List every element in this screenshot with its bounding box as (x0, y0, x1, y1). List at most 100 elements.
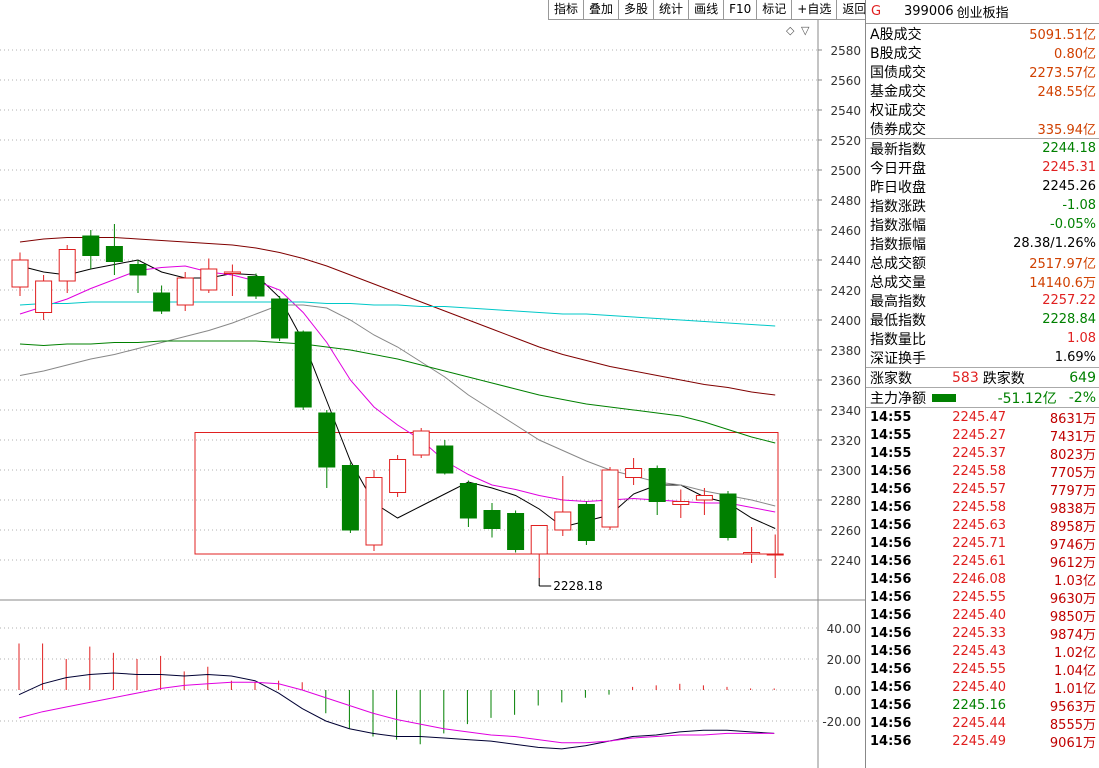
stat-row-label: 总成交额 (870, 255, 926, 272)
tick-price: 2245.40 (952, 679, 1006, 695)
volume-row-value: 248.55亿 (1037, 85, 1097, 100)
candle-body (341, 465, 359, 531)
stat-row: 最新指数 2244.18 (866, 139, 1099, 158)
candle-body (695, 495, 713, 501)
tick-row: 14:56 2245.49 9061万 (866, 732, 1099, 751)
volume-row-label: 基金成交 (870, 83, 926, 100)
stat-row: 深证换手 1.69% (866, 348, 1099, 367)
tick-row: 14:56 2245.71 9746万 (866, 534, 1099, 553)
diamond-icon: ◇ (786, 24, 795, 37)
tick-row: 14:55 2245.47 8631万 (866, 408, 1099, 427)
candle-body (176, 277, 194, 306)
candle-body (530, 525, 548, 555)
volume-row: 权证成交 (866, 100, 1099, 119)
tick-volume: 8023万 (1049, 447, 1096, 463)
candle-body (459, 483, 477, 519)
stat-row-value: 2245.26 (1042, 179, 1096, 194)
tick-row: 14:56 2245.40 1.01亿 (866, 678, 1099, 697)
tick-row: 14:56 2245.57 7797万 (866, 480, 1099, 499)
stat-row-value: -0.05% (1050, 217, 1096, 232)
stat-row-value: 2228.84 (1042, 312, 1096, 327)
volume-row-label: A股成交 (870, 26, 922, 43)
stat-row-label: 指数振幅 (870, 236, 926, 253)
y-tick-label: 2280 (830, 494, 861, 508)
tick-volume: 8555万 (1049, 717, 1096, 733)
candle-body (648, 468, 666, 502)
tick-row: 14:56 2245.40 9850万 (866, 606, 1099, 625)
stat-row-value: 2244.18 (1042, 141, 1096, 156)
candle-body (766, 553, 784, 556)
tick-list[interactable]: 14:55 2245.47 8631万 14:55 2245.27 7431万 14:55 2… (866, 408, 1099, 751)
stats-section: 最新指数 2244.18 今日开盘 2245.31 昨日收盘 2245.26 指数涨跌 -1.… (866, 138, 1099, 367)
low-label: 2228.18 (553, 579, 603, 593)
stat-row-value: 2517.97亿 (1029, 257, 1096, 272)
candle-body (743, 552, 761, 555)
stat-row: 总成交额 2517.97亿 (866, 253, 1099, 273)
main-force-row: 主力净额 -51.12亿 -2% (866, 387, 1099, 408)
volume-section: A股成交 5091.51亿 B股成交 0.80亿 国债成交 2273.57亿 基金成交 248… (866, 24, 1099, 139)
stat-row: 今日开盘 2245.31 (866, 158, 1099, 177)
y-tick-label: 2560 (830, 74, 861, 88)
y-tick-label: 2380 (830, 344, 861, 358)
tick-time: 14:56 (870, 499, 912, 515)
tick-volume: 7431万 (1049, 429, 1096, 445)
candle-body (223, 271, 241, 274)
volume-row: 债券成交 335.94亿 (866, 119, 1099, 139)
stat-row-label: 深证换手 (870, 350, 926, 367)
volume-row-label: 国债成交 (870, 64, 926, 81)
tick-volume: 9850万 (1049, 609, 1096, 625)
ma-line (19, 301, 776, 327)
volume-row-value: 335.94亿 (1037, 123, 1097, 138)
stat-row-value: 14140.6万 (1029, 276, 1096, 291)
tick-time: 14:56 (870, 661, 912, 677)
y-tick-label: 2440 (830, 254, 861, 268)
tick-row: 14:56 2245.43 1.02亿 (866, 642, 1099, 661)
quote-panel: G 399006 创业板指 A股成交 5091.51亿 B股成交 0.80亿 国债成交 2… (865, 0, 1099, 768)
stat-row: 最高指数 2257.22 (866, 291, 1099, 310)
tick-time: 14:56 (870, 679, 912, 695)
tick-price: 2245.55 (952, 661, 1006, 677)
tick-price: 2245.43 (952, 643, 1006, 659)
candle-body (436, 445, 454, 474)
tick-time: 14:56 (870, 481, 912, 497)
rise-label: 涨家数 (870, 370, 912, 387)
volume-row: 国债成交 2273.57亿 (866, 62, 1099, 82)
stat-row-label: 最新指数 (870, 141, 926, 158)
tick-time: 14:56 (870, 643, 912, 659)
tick-volume: 7705万 (1049, 465, 1096, 481)
tick-price: 2245.49 (952, 733, 1006, 749)
y-tick-label: 2580 (830, 44, 861, 58)
volume-row-value: 5091.51亿 (1029, 28, 1096, 43)
tick-row: 14:55 2245.37 8023万 (866, 444, 1099, 463)
y-tick-label: 2300 (830, 464, 861, 478)
candle-body (577, 504, 595, 541)
stat-row: 总成交量 14140.6万 (866, 272, 1099, 292)
stat-row: 指数量比 1.08 (866, 329, 1099, 348)
tick-time: 14:56 (870, 571, 912, 587)
tick-row: 14:56 2245.63 8958万 (866, 516, 1099, 535)
fall-value: 649 (1069, 369, 1096, 386)
candle-body (153, 292, 171, 312)
y-tick-label: 2520 (830, 134, 861, 148)
tick-time: 14:56 (870, 535, 912, 551)
tick-row: 14:56 2245.58 7705万 (866, 462, 1099, 481)
mainforce-bar-icon (932, 393, 956, 402)
stat-row-value: -1.08 (1062, 198, 1096, 213)
volume-row-label: B股成交 (870, 45, 922, 62)
tick-price: 2245.44 (952, 715, 1006, 731)
tick-time: 14:56 (870, 733, 912, 749)
mainforce-value: -51.12亿 (997, 390, 1057, 407)
macd-tick-label: 0.00 (834, 684, 861, 698)
y-tick-label: 2420 (830, 284, 861, 298)
y-tick-label: 2320 (830, 434, 861, 448)
candle-body (200, 268, 218, 291)
tick-price: 2245.71 (952, 535, 1006, 551)
candle-body (318, 412, 336, 468)
tick-volume: 9563万 (1049, 699, 1096, 715)
tick-time: 14:55 (870, 409, 912, 425)
kline-chart[interactable]: 2580 2560 2540 2520 2500 2480 2460 2440 2420 2400… (0, 0, 865, 768)
tick-time: 14:55 (870, 427, 912, 443)
macd-tick-label: 40.00 (827, 622, 861, 636)
index-name: 创业板指 (956, 6, 1009, 21)
y-tick-label: 2260 (830, 524, 861, 538)
